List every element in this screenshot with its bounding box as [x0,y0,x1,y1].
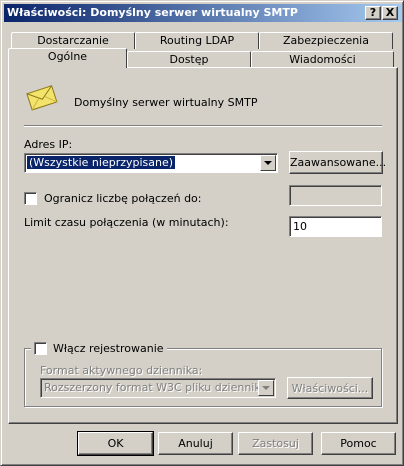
log-format-select[interactable]: Rozszerzony format W3C pliku dziennika [40,378,276,398]
help-button[interactable]: Pomoc [321,432,396,455]
close-button[interactable]: X [382,6,398,20]
tab-routing-ldap[interactable]: Routing LDAP [135,32,259,49]
help-button-label: Pomoc [340,437,377,450]
log-properties-button[interactable]: Właściwości... [287,377,373,399]
limit-connections-label: Ogranicz liczbę połączeń do: [44,192,202,205]
enable-logging-label: Włącz rejestrowanie [53,342,164,355]
tab-label: Zabezpieczenia [283,34,369,47]
limit-connections-input[interactable] [289,185,382,206]
log-format-value: Rozszerzony format W3C pliku dziennika [44,381,268,394]
tab-label: Dostęp [169,53,209,66]
tab-label: Wiadomości [289,53,356,66]
ip-address-value: (Wszystkie nieprzypisane) [25,155,177,170]
tab-label: Dostarczanie [37,34,109,47]
server-name: Domyślny serwer wirtualny SMTP [74,96,258,109]
timeout-input[interactable]: 10 [289,216,382,237]
limit-connections-checkbox[interactable] [24,192,37,205]
advanced-button[interactable]: Zaawansowane... [289,151,387,174]
window-title: Właściwości: Domyślny serwer wirtualny S… [7,6,298,19]
tab-panel-ogolne: Domyślny serwer wirtualny SMTP Adres IP:… [8,67,398,424]
chevron-down-icon[interactable] [260,155,276,171]
title-bar[interactable]: Właściwości: Domyślny serwer wirtualny S… [4,4,402,22]
tab-dostep[interactable]: Dostęp [127,51,251,68]
log-format-label: Format aktywnego dziennika: [40,364,203,377]
separator [24,125,382,127]
logging-header: Włącz rejestrowanie [31,341,167,355]
tab-wiadomosci[interactable]: Wiadomości [251,51,394,68]
tab-dostarczanie[interactable]: Dostarczanie [11,32,135,49]
chevron-down-icon[interactable] [258,380,274,396]
ok-button[interactable]: OK [77,431,154,456]
ip-label: Adres IP: [24,138,73,151]
advanced-button-label: Zaawansowane... [290,156,387,169]
timeout-value: 10 [293,220,307,233]
timeout-label: Limit czasu połączenia (w minutach): [24,216,229,229]
help-titlebar-button[interactable]: ? [365,6,381,20]
envelope-icon [26,85,58,111]
log-properties-label: Właściwości... [291,381,369,395]
tab-zabezpieczenia[interactable]: Zabezpieczenia [259,32,393,49]
tab-ogolne[interactable]: Ogólne [8,48,127,68]
tab-label: Ogólne [47,50,88,63]
cancel-button[interactable]: Anuluj [158,432,233,455]
cancel-button-label: Anuluj [178,437,213,450]
apply-button-label: Zastosuj [252,437,299,450]
properties-dialog: Właściwości: Domyślny serwer wirtualny S… [0,0,404,466]
tab-label: Routing LDAP [159,34,235,47]
ip-address-select[interactable]: (Wszystkie nieprzypisane) [24,153,278,173]
apply-button[interactable]: Zastosuj [238,432,313,455]
ok-button-label: OK [107,437,124,450]
enable-logging-checkbox[interactable] [34,342,47,355]
